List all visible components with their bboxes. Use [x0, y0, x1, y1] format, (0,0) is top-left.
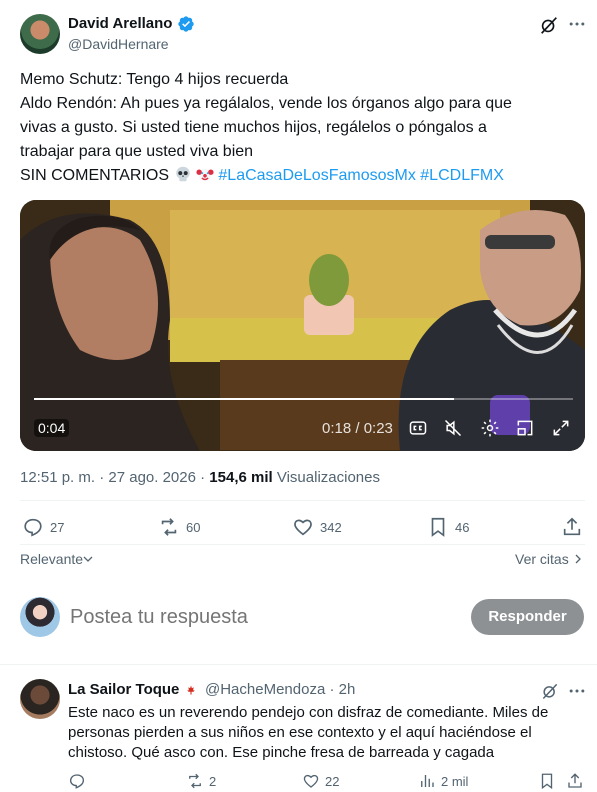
tweet-text-line: Aldo Rendón: Ah pues ya regálalos, vende…: [20, 95, 512, 112]
fullscreen-icon[interactable]: [551, 418, 571, 438]
bookmark-icon: [541, 773, 553, 790]
views-count: 154,6 mil: [209, 469, 273, 486]
comment-actions: 2 22 2 mil: [0, 772, 597, 792]
settings-icon[interactable]: [480, 418, 500, 438]
tweet-text: Memo Schutz: Tengo 4 hijos recuerda Aldo…: [20, 68, 580, 188]
reply-icon: [69, 774, 85, 789]
author-handle[interactable]: @DavidHernare: [68, 36, 169, 52]
comment-views-button[interactable]: 2 mil: [418, 772, 468, 790]
analytics-icon: [421, 775, 434, 787]
comment-share-button[interactable]: [566, 772, 584, 790]
comment-text-line: personas pierden a sus niños en ese cont…: [68, 724, 532, 741]
divider: [20, 500, 585, 501]
views-label: Visualizaciones: [276, 469, 380, 486]
repost-count: 60: [186, 519, 201, 535]
share-icon: [563, 517, 581, 536]
share-button[interactable]: [561, 514, 583, 540]
grok-icon[interactable]: [540, 681, 560, 701]
view-quotes-label: Ver citas: [515, 551, 569, 567]
canada-flag-icon: [182, 682, 200, 698]
video-time-counter: 0:18 / 0:23: [322, 420, 393, 437]
author-avatar[interactable]: [20, 14, 60, 54]
bookmark-icon: [431, 517, 445, 537]
reply-count: 27: [50, 519, 65, 535]
reply-submit-button[interactable]: Responder: [471, 599, 584, 635]
reply-sort-dropdown[interactable]: Relevante: [20, 551, 93, 567]
reply-icon: [24, 518, 42, 537]
bookmark-button[interactable]: 46: [427, 514, 469, 540]
tweet-text-line: vivas a gusto. Si usted tiene muchos hij…: [20, 119, 487, 136]
reply-sort-label: Relevante: [20, 551, 84, 567]
video-progress-track[interactable]: [34, 398, 573, 400]
video-remaining-badge: 0:04: [34, 419, 70, 437]
tweet-actions: 27 60 342 46: [0, 514, 597, 544]
video-progress-fill: [34, 398, 455, 400]
comment-text-line: Este naco es un reverendo pendejo con di…: [68, 704, 549, 721]
tweet-text-line: Memo Schutz: Tengo 4 hijos recuerda: [20, 71, 289, 88]
comment-handle-time[interactable]: @HacheMendoza · 2h: [205, 681, 355, 698]
comment-bookmark-button[interactable]: [538, 772, 556, 790]
divider: [20, 544, 585, 545]
comment-reply-button[interactable]: [68, 772, 91, 790]
comment-author-avatar[interactable]: [20, 679, 60, 719]
heart-icon: [303, 774, 319, 788]
reply-button[interactable]: 27: [22, 514, 64, 540]
tweet-text-line: trabajar para que usted viva bien: [20, 143, 254, 160]
like-button[interactable]: 342: [292, 514, 342, 540]
like-count: 342: [320, 519, 342, 535]
clown-emoji-icon: [196, 168, 214, 182]
comment-like-count: 22: [325, 773, 340, 789]
current-user-avatar: [20, 597, 60, 637]
bookmark-count: 46: [455, 519, 470, 535]
share-icon: [568, 773, 582, 788]
video-player[interactable]: 0:04 0:18 / 0:23: [20, 200, 585, 451]
grok-icon[interactable]: [538, 14, 560, 36]
repost-icon: [161, 518, 177, 536]
chevron-down-icon: [83, 556, 93, 562]
pip-icon[interactable]: [515, 418, 535, 438]
comment-author-name[interactable]: La Sailor Toque: [68, 681, 179, 698]
mute-icon[interactable]: [443, 418, 463, 438]
tweet-text-caption: SIN COMENTARIOS: [20, 167, 170, 184]
tweet-timestamp[interactable]: 12:51 p. m. · 27 ago. 2026 ·: [20, 469, 205, 486]
closed-captions-icon[interactable]: [408, 418, 428, 438]
author-name[interactable]: David Arellano: [68, 15, 172, 32]
comment-text: Este naco es un reverendo pendejo con di…: [68, 703, 568, 763]
comment-repost-button[interactable]: 2: [186, 772, 216, 790]
tweet-text-last-line: SIN COMENTARIOS #LaCasaDeLosFamososMx #L…: [20, 164, 580, 188]
comment-like-button[interactable]: 22: [302, 772, 339, 790]
repost-icon: [189, 773, 201, 789]
comment-repost-count: 2: [209, 773, 217, 789]
comment-views-count: 2 mil: [441, 773, 469, 789]
view-quotes-link[interactable]: Ver citas: [515, 551, 583, 567]
heart-icon: [294, 519, 312, 536]
hashtag-link[interactable]: #LCDLFMX: [420, 167, 504, 184]
more-options-icon[interactable]: [567, 14, 587, 34]
comment-text-line: chistoso. Qué asco con. Ese pinche fresa…: [68, 744, 495, 761]
reply-input[interactable]: [70, 606, 450, 629]
repost-button[interactable]: 60: [158, 514, 200, 540]
hashtag-link[interactable]: #LaCasaDeLosFamososMx: [218, 167, 415, 184]
video-frame: [20, 200, 585, 451]
skull-emoji-icon: [175, 166, 190, 182]
divider: [0, 664, 597, 665]
chevron-right-icon: [575, 554, 581, 564]
more-options-icon[interactable]: [567, 681, 587, 701]
tweet-meta: 12:51 p. m. · 27 ago. 2026 · 154,6 mil V…: [20, 469, 380, 486]
verified-badge-icon: [178, 16, 194, 32]
